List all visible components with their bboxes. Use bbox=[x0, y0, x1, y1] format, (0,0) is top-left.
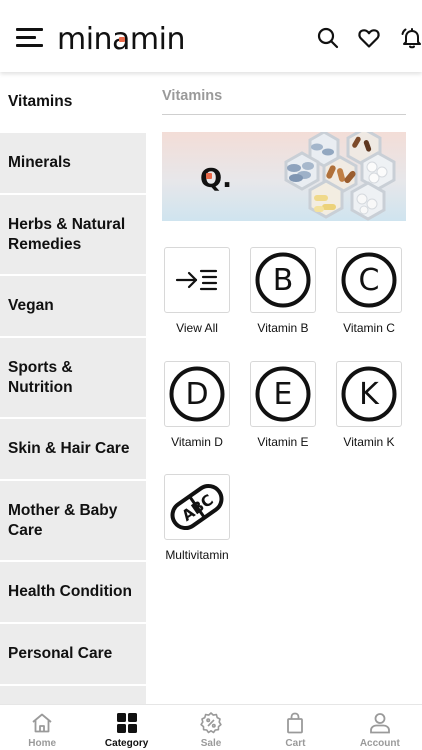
sidebar-item-label: Minerals bbox=[8, 154, 71, 171]
hamburger-menu-icon[interactable] bbox=[16, 28, 43, 48]
section-title: Vitamins bbox=[162, 88, 223, 104]
heart-icon[interactable] bbox=[357, 26, 381, 50]
tile-vitamin-d[interactable]: D Vitamin D bbox=[163, 361, 231, 451]
nav-label: Cart bbox=[285, 738, 306, 749]
tile-multivitamin[interactable]: ABC Multivitamin bbox=[163, 474, 231, 564]
nav-sale[interactable]: Sale bbox=[169, 705, 253, 750]
sale-percent-icon bbox=[200, 712, 222, 734]
nav-account[interactable]: Account bbox=[338, 705, 422, 750]
sidebar-item-label: Personal Care bbox=[8, 645, 113, 662]
category-grid-icon bbox=[116, 713, 137, 733]
app-header: minamin bbox=[0, 0, 422, 72]
sidebar-item-skin-hair-care[interactable]: Skin & Hair Care bbox=[0, 419, 146, 481]
sidebar-item-vitamins[interactable]: Vitamins bbox=[0, 72, 146, 133]
sidebar-item-personal-care[interactable]: Personal Care bbox=[0, 624, 146, 686]
tile-label: Vitamin B bbox=[257, 321, 309, 335]
vitamins-banner[interactable]: Q. bbox=[162, 132, 406, 221]
sidebar-item-vegan[interactable]: Vegan bbox=[0, 276, 146, 338]
sidebar-item-label: Health Condition bbox=[8, 583, 132, 600]
nav-label: Sale bbox=[200, 738, 222, 749]
vitamin-letter: E bbox=[274, 377, 293, 412]
multivitamin-capsule-icon: ABC bbox=[164, 474, 230, 540]
tile-label: Multivitamin bbox=[165, 548, 229, 562]
vitamin-letter: B bbox=[273, 263, 294, 298]
nav-label: Home bbox=[28, 738, 57, 749]
home-icon bbox=[32, 713, 52, 733]
vitamin-letter: D bbox=[185, 377, 208, 412]
title-divider bbox=[162, 114, 406, 115]
category-sidebar: Vitamins Minerals Herbs & Natural Remedi… bbox=[0, 72, 146, 704]
nav-label: Category bbox=[104, 738, 149, 749]
sidebar-item-label: Sports & Nutrition bbox=[8, 358, 73, 396]
vitamin-c-icon: C bbox=[336, 247, 402, 313]
tile-vitamin-k[interactable]: K Vitamin K bbox=[335, 361, 403, 451]
vitamin-k-icon: K bbox=[336, 361, 402, 427]
view-all-icon bbox=[164, 247, 230, 313]
sidebar-item-label: Skin & Hair Care bbox=[8, 440, 130, 457]
nav-label: Account bbox=[359, 738, 400, 749]
bell-icon[interactable] bbox=[400, 26, 422, 50]
sidebar-item-mother-baby-care[interactable]: Mother & Baby Care bbox=[0, 481, 146, 562]
tile-label: View All bbox=[176, 321, 218, 335]
tile-vitamin-e[interactable]: E Vitamin E bbox=[249, 361, 317, 451]
vitamin-b-icon: B bbox=[250, 247, 316, 313]
minamin-logo[interactable]: minamin bbox=[57, 22, 189, 57]
sidebar-item-label: Mother & Baby Care bbox=[8, 501, 118, 539]
bottom-navigation: Home Category Sale Cart Account bbox=[0, 704, 422, 750]
vitamin-letter: K bbox=[359, 377, 380, 412]
tile-view-all[interactable]: View All bbox=[163, 247, 231, 337]
tile-vitamin-b[interactable]: B Vitamin B bbox=[249, 247, 317, 337]
nav-cart[interactable]: Cart bbox=[253, 705, 337, 750]
tile-vitamin-c[interactable]: C Vitamin C bbox=[335, 247, 403, 337]
tile-label: Vitamin C bbox=[343, 321, 395, 335]
search-icon[interactable] bbox=[316, 26, 340, 50]
cart-bag-icon bbox=[287, 712, 304, 734]
tile-label: Vitamin E bbox=[257, 435, 309, 449]
sidebar-item-health-condition[interactable]: Health Condition bbox=[0, 562, 146, 624]
sidebar-item-more[interactable] bbox=[0, 686, 146, 704]
tile-label: Vitamin D bbox=[171, 435, 223, 449]
vitamin-d-icon: D bbox=[164, 361, 230, 427]
banner-brand-text: Q. bbox=[200, 164, 232, 194]
account-icon bbox=[369, 713, 390, 734]
nav-home[interactable]: Home bbox=[0, 705, 84, 750]
capsule-text: ABC bbox=[178, 491, 216, 525]
sidebar-item-sports-nutrition[interactable]: Sports & Nutrition bbox=[0, 338, 146, 419]
sidebar-item-minerals[interactable]: Minerals bbox=[0, 133, 146, 195]
vitamin-e-icon: E bbox=[250, 361, 316, 427]
vitamin-letter: C bbox=[359, 263, 380, 298]
sidebar-item-label: Herbs & Natural Remedies bbox=[8, 215, 126, 253]
tile-label: Vitamin K bbox=[343, 435, 395, 449]
nav-category[interactable]: Category bbox=[84, 705, 168, 750]
sidebar-item-herbs-natural-remedies[interactable]: Herbs & Natural Remedies bbox=[0, 195, 146, 276]
sidebar-item-label: Vitamins bbox=[8, 92, 73, 110]
sidebar-item-label: Vegan bbox=[8, 297, 54, 314]
